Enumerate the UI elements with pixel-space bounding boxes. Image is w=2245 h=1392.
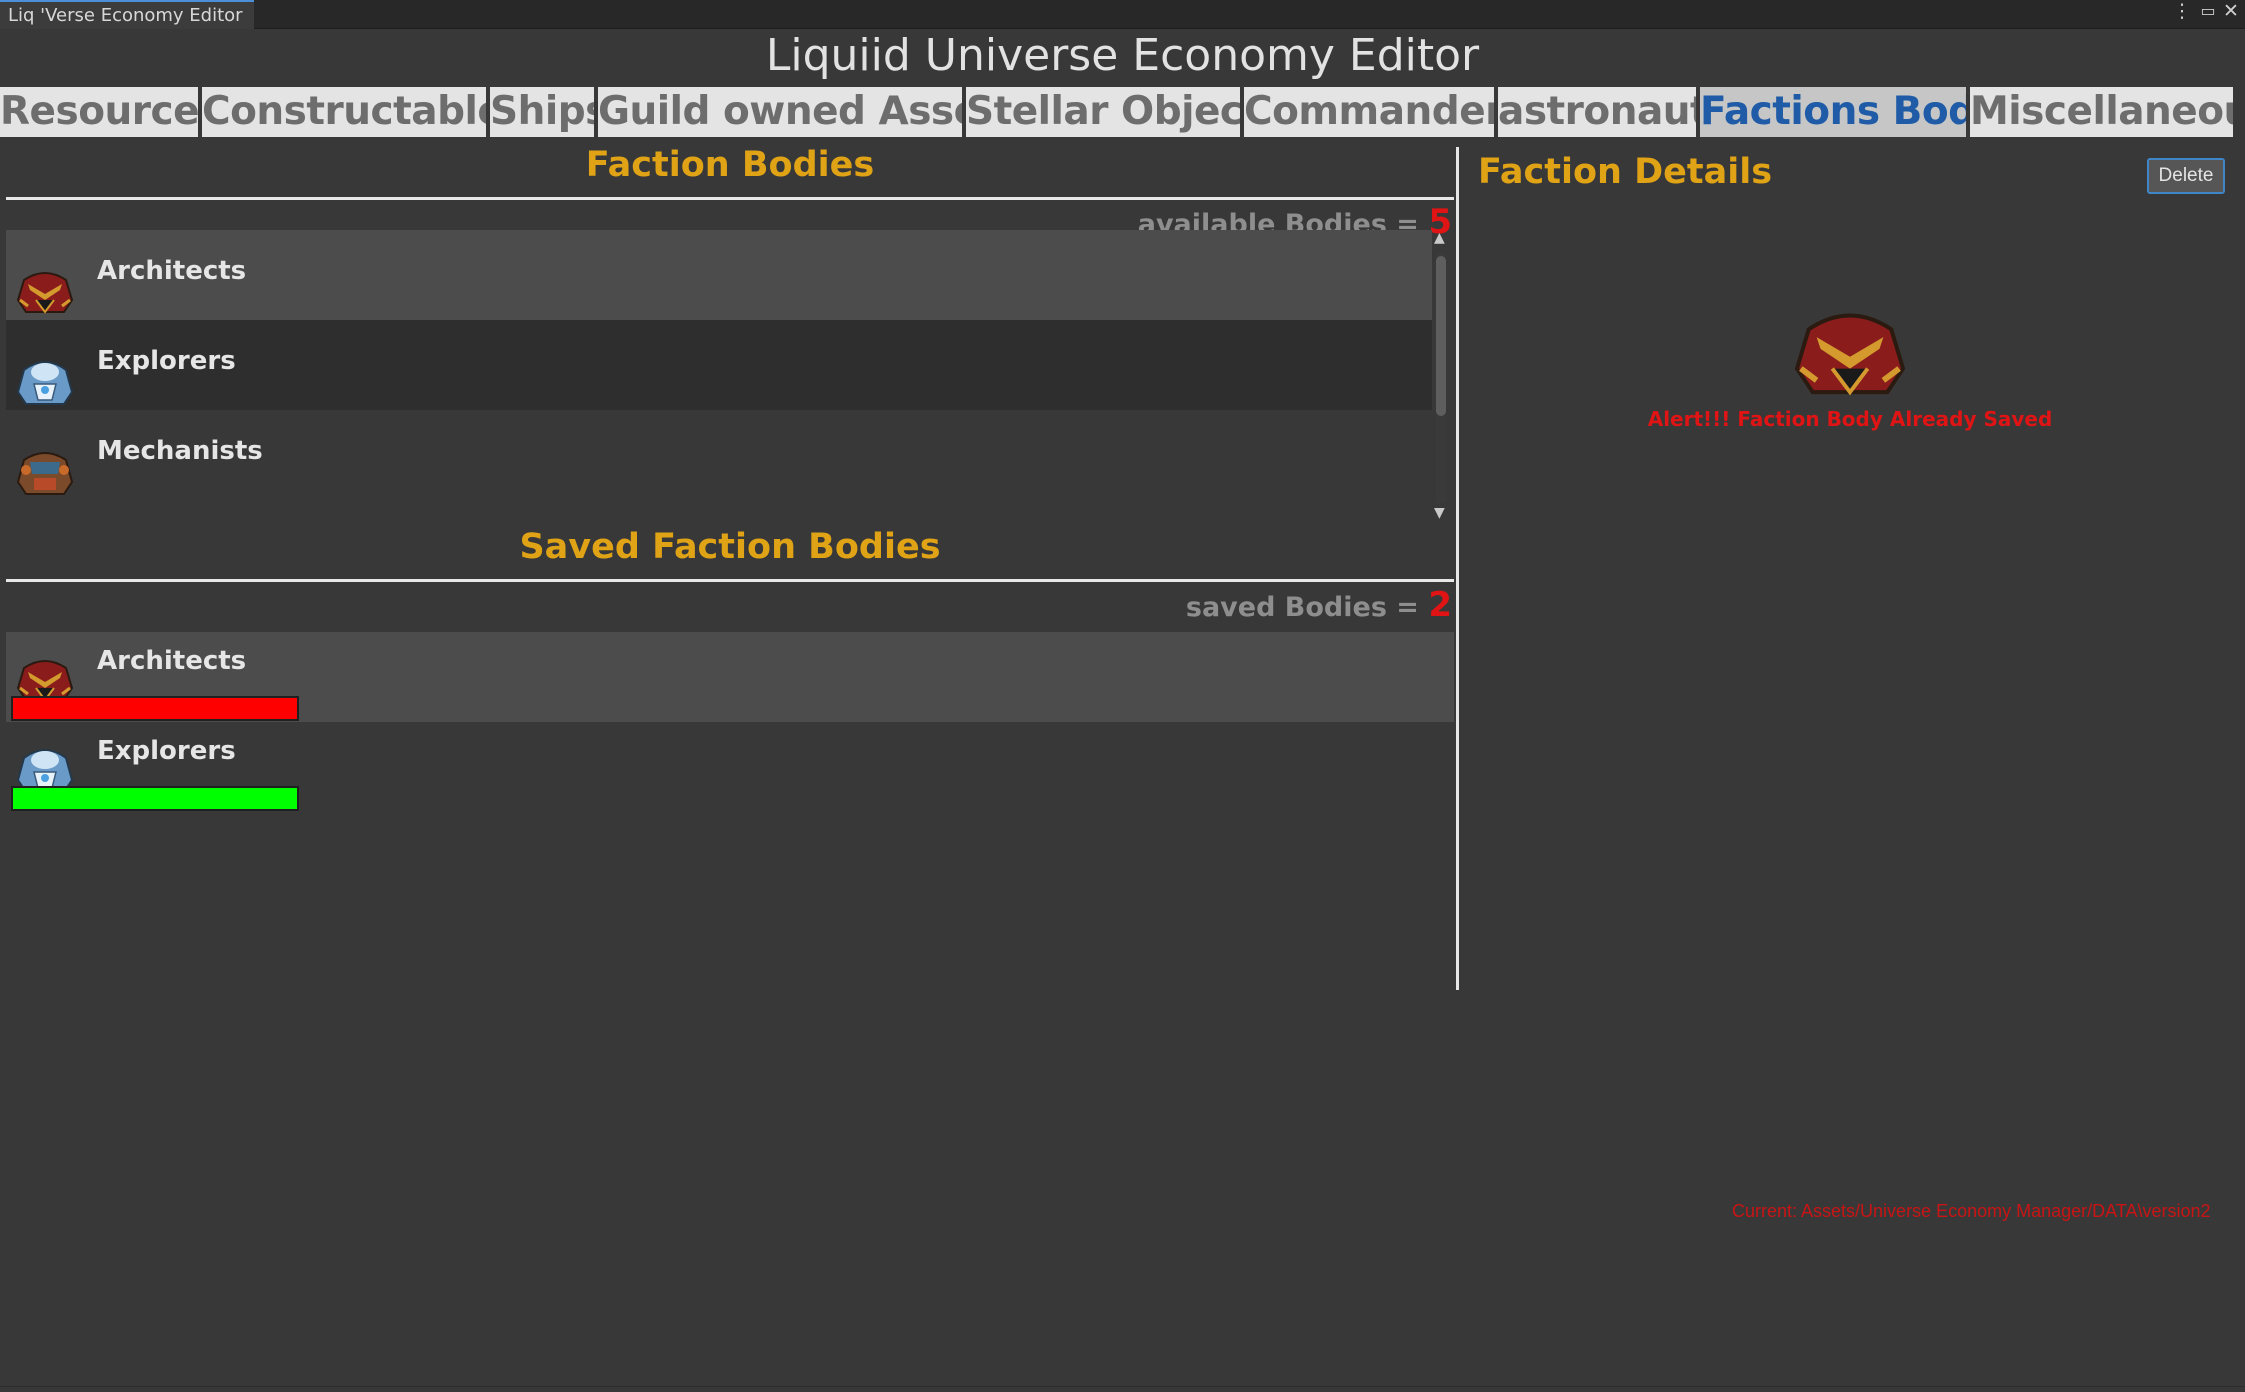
tab-constructables[interactable]: Constructables <box>202 87 486 137</box>
saved-item-label: Architects <box>97 646 247 676</box>
saved-faction-bodies-title: Saved Faction Bodies <box>519 527 941 567</box>
scroll-up-icon[interactable]: ▲ <box>1434 230 1445 246</box>
delete-button[interactable]: Delete <box>2147 158 2225 194</box>
kebab-menu-icon[interactable]: ⋮ <box>2172 0 2192 22</box>
divider-line <box>6 579 1454 582</box>
faction-details-title: Faction Details <box>1478 152 1773 192</box>
status-bar <box>11 696 299 721</box>
alert-message: Alert!!! Faction Body Already Saved <box>1647 407 2053 431</box>
list-item-explorers[interactable]: Explorers <box>6 320 1432 410</box>
saved-count-label: saved Bodies = <box>1185 592 1429 623</box>
window-titlebar: Liq 'Verse Economy Editor ⋮ ▭ ✕ <box>0 0 2245 29</box>
list-item-label: Mechanists <box>97 436 263 466</box>
scroll-thumb[interactable] <box>1436 256 1446 416</box>
window-tab[interactable]: Liq 'Verse Economy Editor <box>0 0 254 29</box>
current-path-label: Current: Assets/Universe Economy Manager… <box>1732 1201 2211 1221</box>
tab-factions-body[interactable]: Factions Body <box>1700 87 1966 137</box>
list-item-label: Explorers <box>97 346 236 376</box>
close-icon[interactable]: ✕ <box>2221 0 2241 22</box>
explorers-armor-icon <box>14 350 76 406</box>
saved-item-explorers[interactable]: Explorers <box>6 722 1454 812</box>
list-item-mechanists[interactable]: Mechanists <box>6 410 1432 500</box>
list-scrollbar[interactable]: ▲ ▼ <box>1432 228 1450 528</box>
tab-ships[interactable]: Ships <box>490 87 594 137</box>
status-bar <box>11 786 299 811</box>
divider-line <box>6 197 1454 200</box>
saved-item-label: Explorers <box>97 736 236 766</box>
mechanists-armor-icon <box>14 440 76 496</box>
list-item-architects[interactable]: Architects <box>6 230 1432 320</box>
tab-astronauts[interactable]: astronauts <box>1498 87 1696 137</box>
saved-count-value: 2 <box>1428 585 1452 625</box>
tab-guild-owned-assets[interactable]: Guild owned Assets <box>598 87 962 137</box>
scroll-down-icon[interactable]: ▼ <box>1434 505 1445 521</box>
architects-armor-icon <box>1782 290 1918 400</box>
maximize-icon[interactable]: ▭ <box>2198 0 2218 22</box>
tab-bar: Resources Constructables Ships Guild own… <box>0 87 2245 137</box>
architects-armor-icon <box>14 260 76 316</box>
list-item-label: Architects <box>97 256 247 286</box>
saved-item-architects[interactable]: Architects <box>6 632 1454 722</box>
bottom-border <box>0 1386 2245 1387</box>
app-title: Liquiid Universe Economy Editor <box>765 30 1480 81</box>
panel-divider <box>1456 147 1459 990</box>
tab-commanders[interactable]: Commanders <box>1244 87 1494 137</box>
faction-bodies-title: Faction Bodies <box>585 145 875 185</box>
tab-resources[interactable]: Resources <box>0 87 198 137</box>
tab-stellar-objects[interactable]: Stellar Objects <box>966 87 1240 137</box>
tab-miscellaneous[interactable]: Miscellaneous <box>1970 87 2233 137</box>
saved-bodies-count: saved Bodies = 2 <box>1186 585 1452 625</box>
